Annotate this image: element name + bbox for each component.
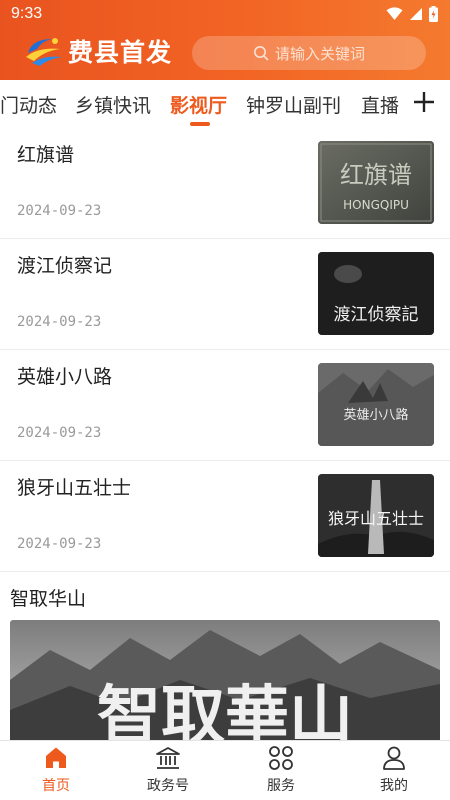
item-date: 2024-09-23 bbox=[17, 314, 102, 330]
active-tab-indicator bbox=[190, 122, 210, 126]
thumb-caption: 英雄小八路 bbox=[343, 407, 408, 423]
tab-live[interactable]: 直播 bbox=[361, 91, 399, 118]
category-tabs: 门动态 乡镇快讯 影视厅 钟罗山副刊 直播 bbox=[0, 80, 450, 128]
thumb-caption: 狼牙山五壮士 bbox=[328, 509, 424, 528]
item-title: 渡江侦察记 bbox=[17, 255, 113, 277]
item-title: 英雄小八路 bbox=[17, 366, 113, 388]
item-date: 2024-09-23 bbox=[17, 425, 102, 441]
item-date: 2024-09-23 bbox=[17, 536, 102, 552]
bottom-navigation: 首页 政务号 服务 我的 bbox=[0, 740, 450, 800]
feature-title[interactable]: 智取华山 bbox=[10, 584, 86, 611]
thumb-caption: 红旗谱 bbox=[340, 161, 412, 189]
item-thumbnail: 英雄小八路 bbox=[318, 363, 434, 446]
list-item[interactable]: 英雄小八路 2024-09-23 英雄小八路 bbox=[0, 350, 450, 461]
tab-film-hall[interactable]: 影视厅 bbox=[170, 91, 227, 118]
status-bar: 9:33 bbox=[0, 0, 450, 28]
item-title: 狼牙山五壮士 bbox=[17, 477, 132, 499]
tab-town-news[interactable]: 乡镇快讯 bbox=[75, 91, 151, 118]
app-header: 9:33 费县首发 请输入关键词 bbox=[0, 0, 450, 80]
home-icon bbox=[46, 747, 66, 768]
battery-icon bbox=[429, 6, 438, 22]
nav-services[interactable]: 服务 bbox=[225, 741, 337, 800]
status-icons bbox=[386, 6, 438, 22]
feature-caption: 智取華山 bbox=[97, 679, 353, 740]
search-placeholder: 请输入关键词 bbox=[274, 44, 365, 63]
nav-home[interactable]: 首页 bbox=[0, 741, 112, 800]
profile-icon bbox=[383, 746, 405, 770]
feature-image[interactable]: 智取華山 bbox=[10, 620, 440, 740]
list-item[interactable]: 红旗谱 2024-09-23 红旗谱 HONGQIPU bbox=[0, 128, 450, 239]
government-icon bbox=[156, 747, 180, 769]
item-date: 2024-09-23 bbox=[17, 203, 102, 219]
list-item[interactable]: 狼牙山五壮士 2024-09-23 狼牙山五壮士 bbox=[0, 461, 450, 572]
services-icon bbox=[269, 746, 293, 770]
item-thumbnail: 渡江侦察記 bbox=[318, 252, 434, 335]
nav-label: 首页 bbox=[42, 778, 70, 794]
signal-icon bbox=[410, 8, 422, 20]
tab-zhongluoshan[interactable]: 钟罗山副刊 bbox=[246, 91, 341, 118]
logo-mark-icon bbox=[26, 38, 62, 66]
item-title: 红旗谱 bbox=[17, 144, 75, 166]
tab-news[interactable]: 门动态 bbox=[0, 91, 57, 118]
list-item[interactable]: 渡江侦察记 2024-09-23 渡江侦察記 bbox=[0, 239, 450, 350]
search-icon bbox=[253, 46, 269, 61]
nav-government[interactable]: 政务号 bbox=[112, 741, 224, 800]
nav-label: 政务号 bbox=[147, 778, 189, 794]
thumb-subcaption: HONGQIPU bbox=[343, 198, 409, 212]
thumb-caption: 渡江侦察記 bbox=[334, 305, 419, 325]
nav-label: 我的 bbox=[380, 778, 408, 794]
app-logo[interactable]: 费县首发 bbox=[22, 33, 172, 69]
status-time: 9:33 bbox=[11, 5, 43, 22]
app-name: 费县首发 bbox=[68, 38, 173, 67]
search-bar[interactable]: 请输入关键词 bbox=[192, 36, 426, 70]
item-thumbnail: 红旗谱 HONGQIPU bbox=[318, 141, 434, 224]
add-tab-icon[interactable] bbox=[413, 91, 435, 113]
nav-label: 服务 bbox=[267, 778, 295, 794]
nav-profile[interactable]: 我的 bbox=[338, 741, 450, 800]
item-thumbnail: 狼牙山五壮士 bbox=[318, 474, 434, 557]
wifi-icon bbox=[386, 7, 403, 20]
